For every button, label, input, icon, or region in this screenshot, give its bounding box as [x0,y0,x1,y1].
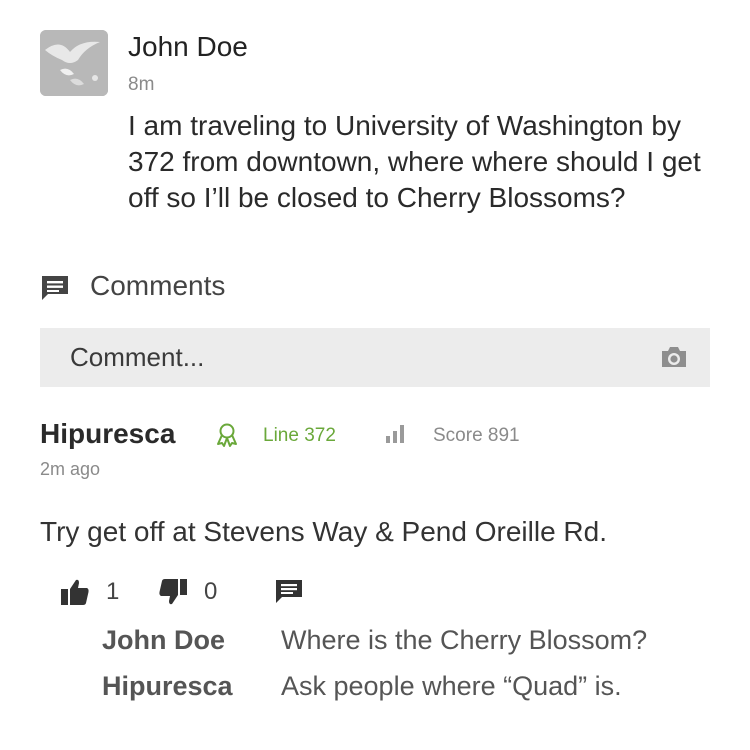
reply-author[interactable]: Hipuresca [40,418,175,450]
reply-comment-icon[interactable] [275,579,303,605]
post-text: I am traveling to University of Washingt… [128,110,701,213]
sub-comment-text: Ask people where “Quad” is. [281,671,622,701]
comment-input[interactable] [70,328,630,387]
post-author[interactable]: John Doe [128,31,248,63]
dislike-count: 0 [204,578,218,605]
post-time: 8m [128,74,155,95]
camera-icon[interactable] [660,345,688,369]
like-count: 1 [106,578,120,605]
sub-comment-author[interactable]: John Doe [102,625,225,656]
comment-input-box[interactable] [40,328,710,387]
avatar[interactable] [40,30,108,96]
sub-comment-text: Where is the Cherry Blossom? [281,625,648,655]
comments-label: Comments [90,270,226,301]
line-badge: Line 372 [263,425,336,446]
reply-text: Try get off at Stevens Way & Pend Oreill… [40,516,607,547]
reply-time: 2m ago [40,459,101,479]
thumbs-down-icon[interactable] [158,578,188,606]
comment-icon [40,273,70,303]
thumbs-up-icon[interactable] [60,578,90,606]
seagull-photo [40,30,108,96]
signal-bars-icon [384,424,408,444]
sub-comment-author[interactable]: Hipuresca [102,671,233,702]
award-icon [214,422,240,448]
score-badge: Score 891 [433,425,520,446]
